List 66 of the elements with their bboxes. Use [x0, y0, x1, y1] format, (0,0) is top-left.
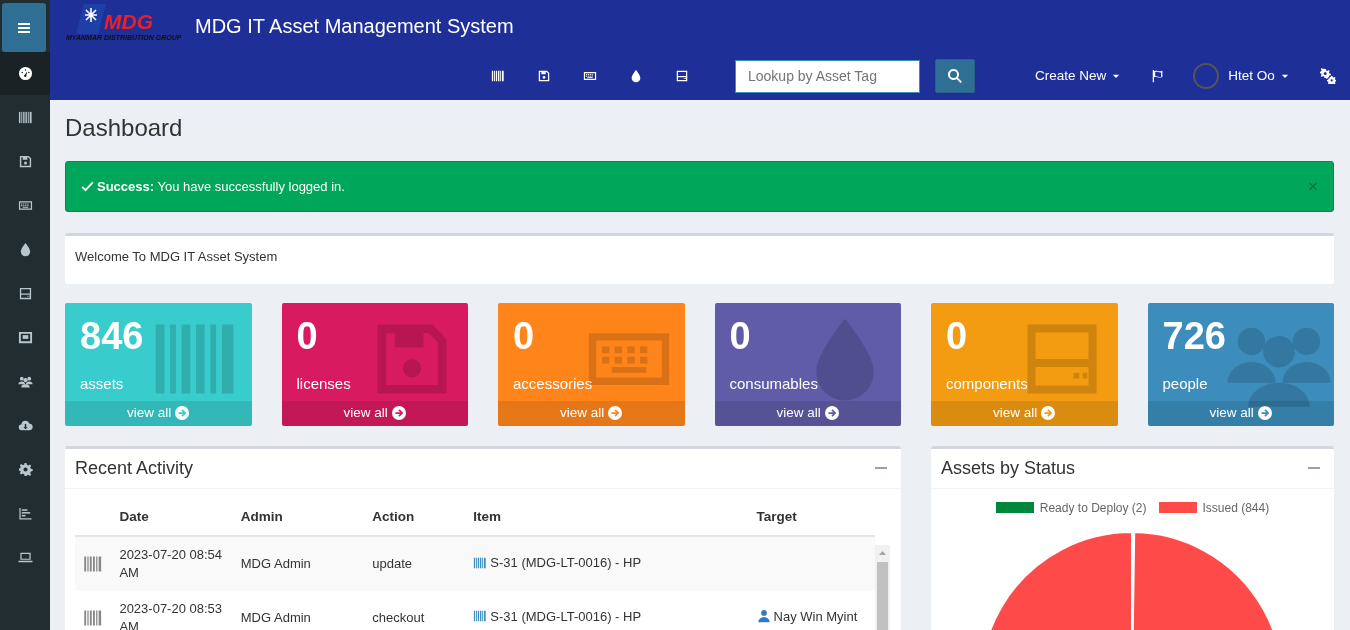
tile-label: people — [1162, 373, 1208, 394]
tile-count: 726 — [1162, 316, 1227, 355]
chart-icon — [17, 505, 33, 521]
barcode-icon — [491, 69, 505, 83]
barcode-icon — [473, 555, 488, 570]
item-link[interactable]: S-31 (MDG-LT-0016) - HP — [473, 607, 642, 626]
gauge-icon — [17, 66, 33, 81]
arrow-circle-icon — [175, 406, 190, 421]
minus-icon — [1308, 467, 1320, 470]
avatar-icon — [1193, 63, 1220, 89]
scrollbar[interactable] — [875, 544, 890, 630]
arrow-circle-icon — [608, 406, 623, 421]
date-cell: 2023-07-20 08:54 AM — [111, 536, 233, 591]
tile-count: 846 — [80, 316, 145, 355]
tile-label: consumables — [729, 373, 818, 394]
settings-icon — [17, 461, 33, 477]
check-icon — [81, 179, 94, 193]
tile-count: 0 — [729, 316, 752, 355]
drive-icon — [17, 285, 33, 301]
tile-label: components — [946, 373, 1028, 394]
logo-text: MDG — [104, 11, 153, 32]
legend-swatch — [1158, 502, 1197, 514]
admin-link[interactable]: MDG Admin — [240, 555, 311, 573]
tile-label: accessories — [513, 373, 593, 394]
tile-label: licenses — [296, 373, 351, 394]
gears-icon — [1319, 68, 1336, 84]
search-icon — [947, 68, 963, 84]
tile-count: 0 — [296, 316, 319, 355]
panel-title: Assets by Status — [941, 457, 1076, 480]
user-icon — [756, 609, 771, 624]
tile-count: 0 — [946, 316, 969, 355]
sidebar-item[interactable] — [0, 52, 50, 95]
user-menu[interactable]: Htet Oo — [1228, 65, 1290, 87]
tile-count: 0 — [513, 316, 536, 355]
menu-toggle-button[interactable] — [2, 3, 46, 52]
page-title: Dashboard — [65, 114, 184, 143]
arrow-circle-icon — [824, 406, 839, 421]
snowflake-icon — [76, 4, 106, 34]
barcode-icon — [83, 554, 103, 574]
date-cell: 2023-07-20 08:53 AM — [111, 590, 233, 630]
create-new-dropdown[interactable]: Create New — [1035, 65, 1122, 87]
drop-icon — [629, 69, 643, 83]
drive-icon — [675, 69, 689, 83]
search-button[interactable] — [935, 59, 975, 93]
barcode-icon — [17, 109, 33, 125]
admin-link[interactable]: MDG Admin — [240, 609, 311, 627]
legend-label: Issued (844) — [1202, 499, 1270, 517]
action-cell: checkout — [364, 590, 466, 630]
barcode-icon — [473, 609, 488, 624]
welcome-text: Welcome To MDG IT Asset System — [75, 248, 278, 264]
frame-icon — [17, 329, 33, 345]
app-title: MDG IT Asset Management System — [195, 14, 514, 39]
arrow-circle-icon — [1257, 406, 1272, 421]
admin-settings-button[interactable] — [1319, 68, 1336, 84]
minus-icon — [875, 467, 887, 470]
keyboard-icon — [583, 69, 597, 83]
action-cell: update — [364, 536, 466, 591]
arrow-circle-icon — [391, 406, 406, 421]
panel-title: Recent Activity — [75, 457, 194, 480]
tile-label: assets — [80, 373, 124, 394]
legend-swatch — [995, 502, 1034, 514]
arrow-circle-icon — [1041, 406, 1056, 421]
search-field[interactable]: Lookup by Asset Tag — [735, 59, 920, 93]
legend-label: Ready to Deploy (2) — [1039, 499, 1147, 517]
target-user: Nay Win Myint — [756, 607, 858, 626]
alert-message: Success: You have successfully logged in. — [97, 177, 345, 196]
